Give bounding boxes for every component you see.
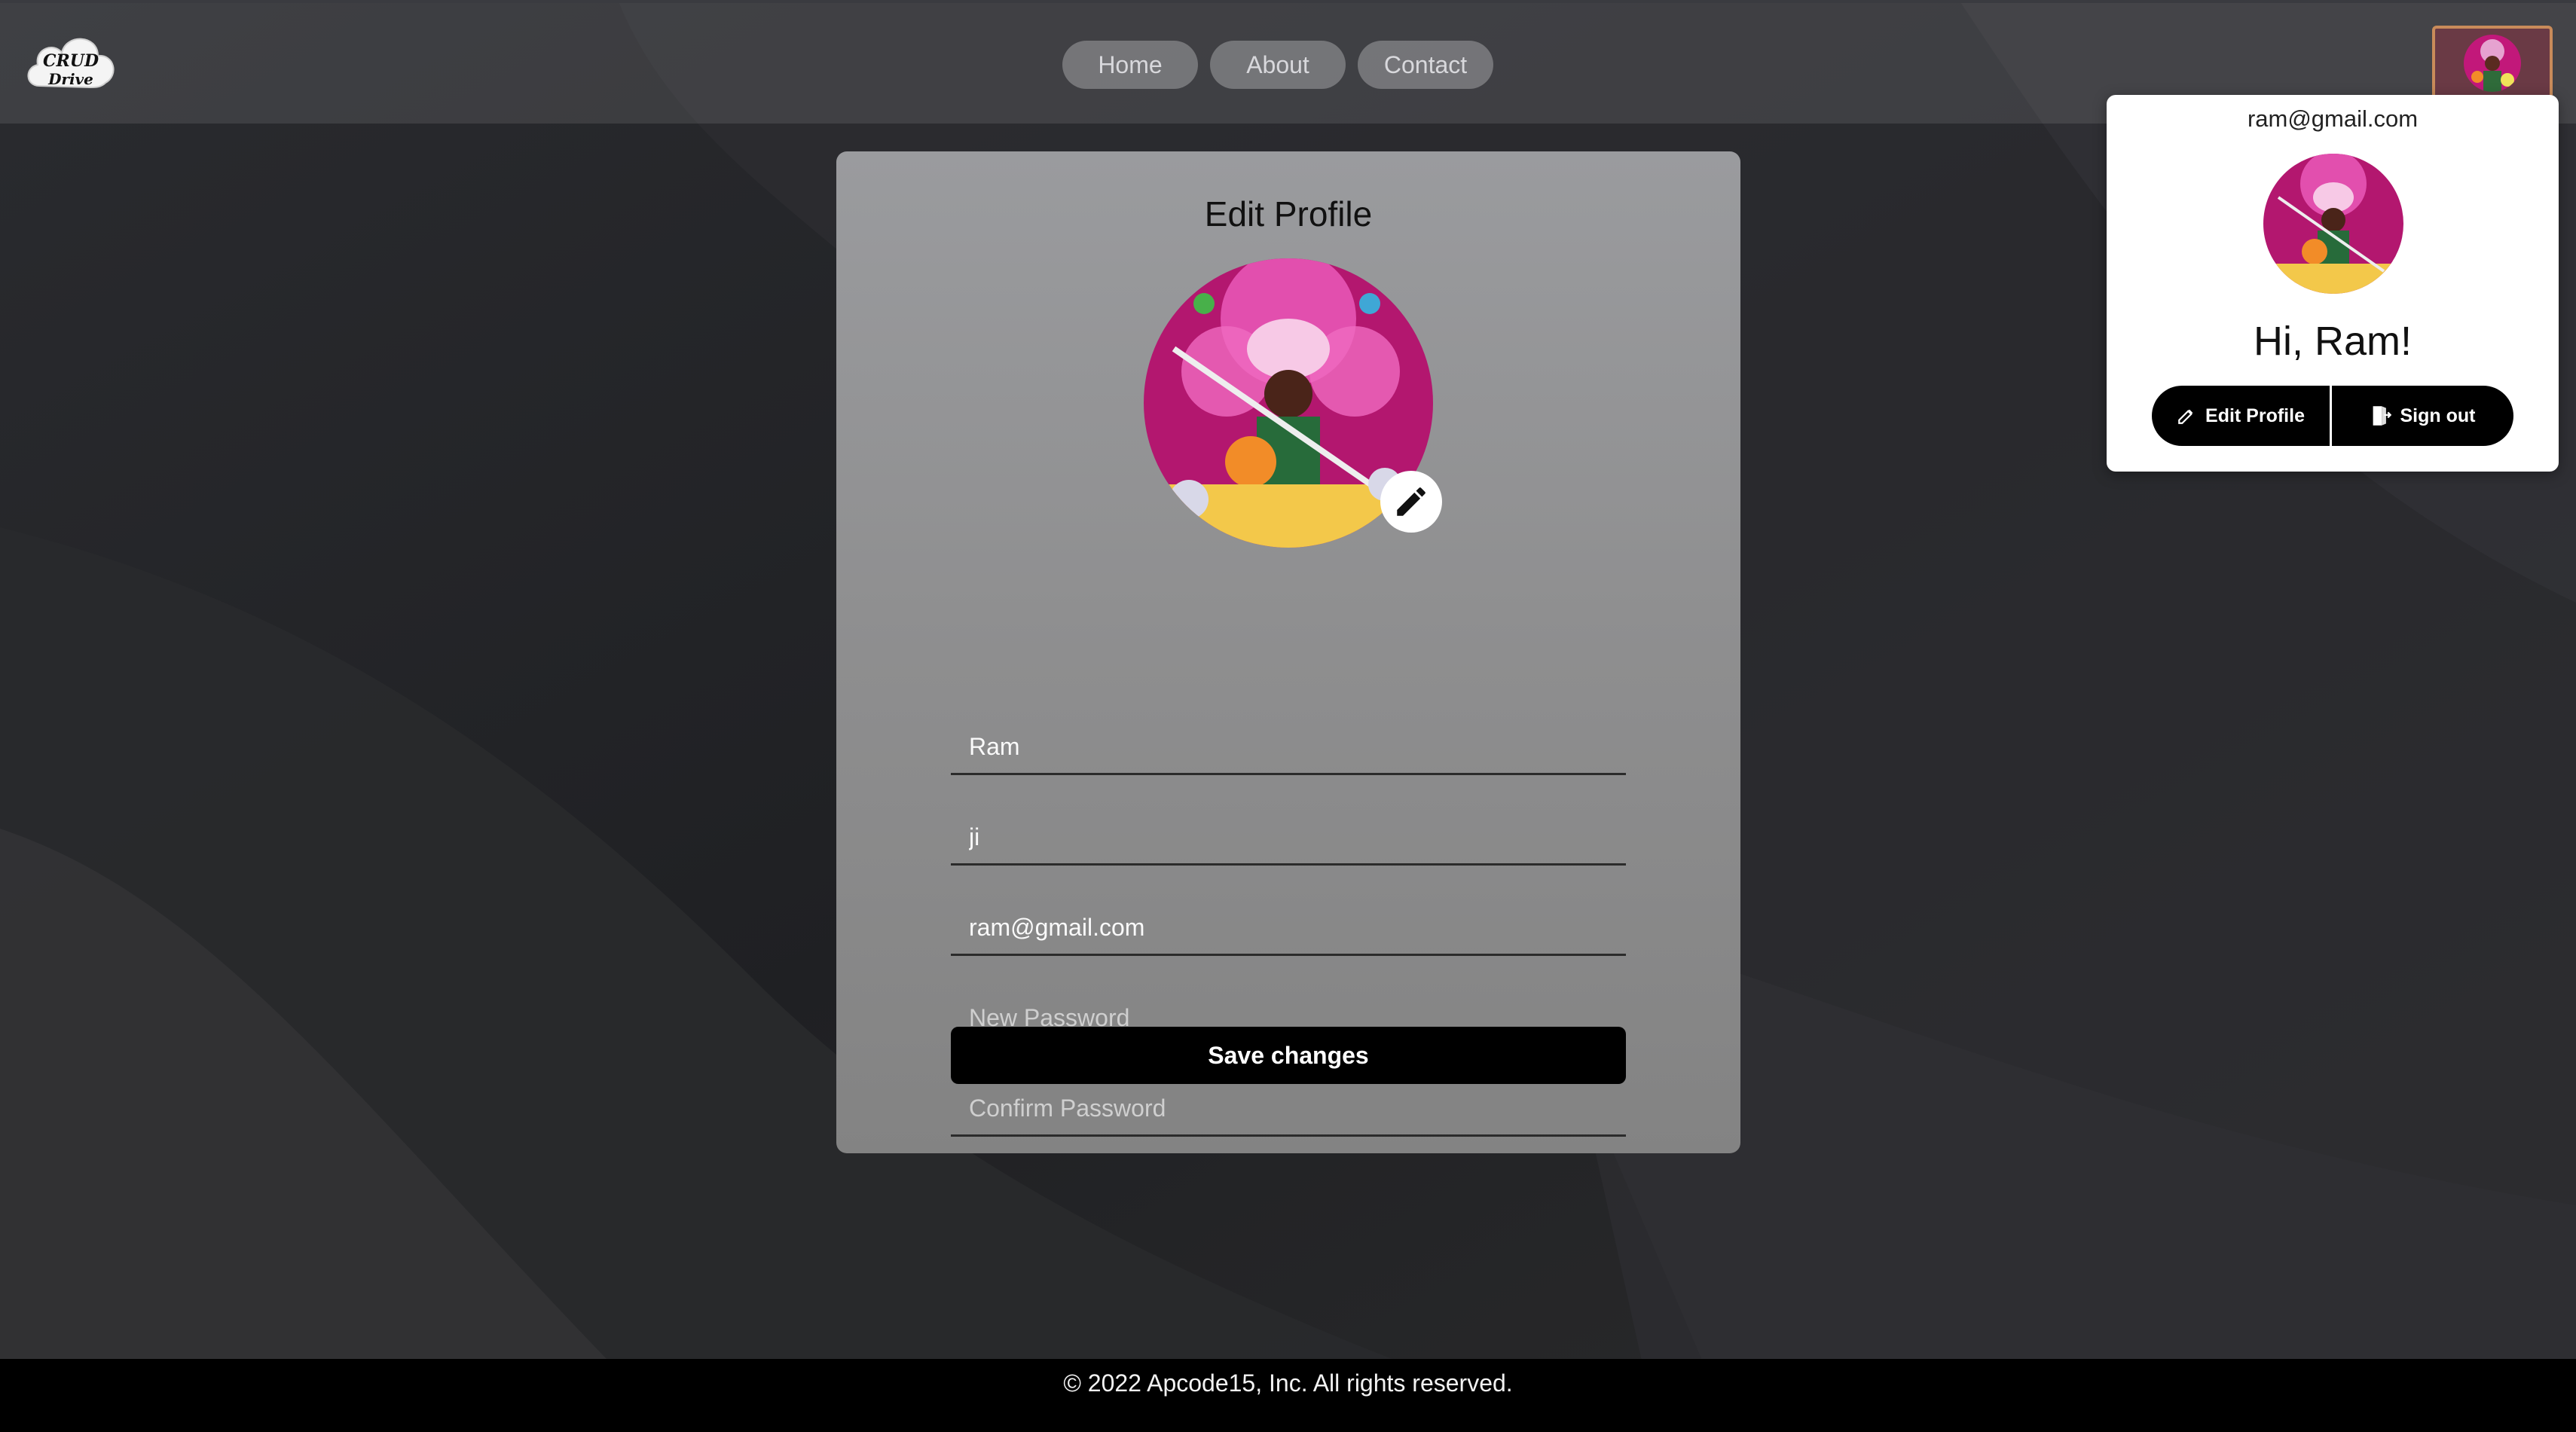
pencil-icon <box>2178 409 2193 424</box>
user-menu-avatar <box>2263 154 2403 294</box>
avatar-image <box>2464 35 2521 92</box>
user-menu-actions: Edit Profile Sign out <box>2152 386 2513 446</box>
menu-edit-profile-label: Edit Profile <box>2205 405 2305 426</box>
greeting-text: Hi, Ram! <box>2253 319 2412 364</box>
save-changes-button[interactable]: Save changes <box>951 1027 1626 1084</box>
pencil-icon <box>1397 487 1426 516</box>
page-footer: © 2022 Apcode15, Inc. All rights reserve… <box>0 1359 2576 1432</box>
nav-about-button[interactable]: About <box>1210 41 1346 89</box>
user-email: ram@gmail.com <box>2247 105 2419 132</box>
cloud-logo-icon: CRUD Drive <box>27 38 115 89</box>
confirm-password-input[interactable] <box>951 1082 1626 1137</box>
menu-edit-profile-button[interactable]: Edit Profile <box>2152 386 2332 446</box>
user-avatar-button[interactable] <box>2432 26 2553 101</box>
edit-profile-title: Edit Profile <box>1204 194 1373 234</box>
copyright-text: © 2022 Apcode15, Inc. All rights reserve… <box>1063 1369 1513 1397</box>
email-input[interactable] <box>951 902 1626 956</box>
first-name-input[interactable] <box>951 721 1626 775</box>
edit-picture-button[interactable] <box>1380 471 1442 533</box>
svg-text:Drive: Drive <box>47 70 93 88</box>
last-name-input[interactable] <box>951 811 1626 866</box>
user-menu-dropdown: ram@gmail.com Hi, Ram! Edit Profile Sign… <box>2107 95 2559 472</box>
sign-out-button[interactable]: Sign out <box>2332 386 2513 446</box>
nav-home-button[interactable]: Home <box>1062 41 1198 89</box>
door-exit-icon <box>2373 406 2391 426</box>
sign-out-label: Sign out <box>2400 405 2476 426</box>
edit-profile-card: Edit Profile Save changes <box>836 151 1740 1153</box>
svg-text:CRUD: CRUD <box>43 51 99 71</box>
nav-contact-button[interactable]: Contact <box>1358 41 1493 89</box>
main-nav: Home About Contact <box>1062 41 1493 89</box>
crud-drive-logo[interactable]: CRUD Drive <box>23 26 121 98</box>
